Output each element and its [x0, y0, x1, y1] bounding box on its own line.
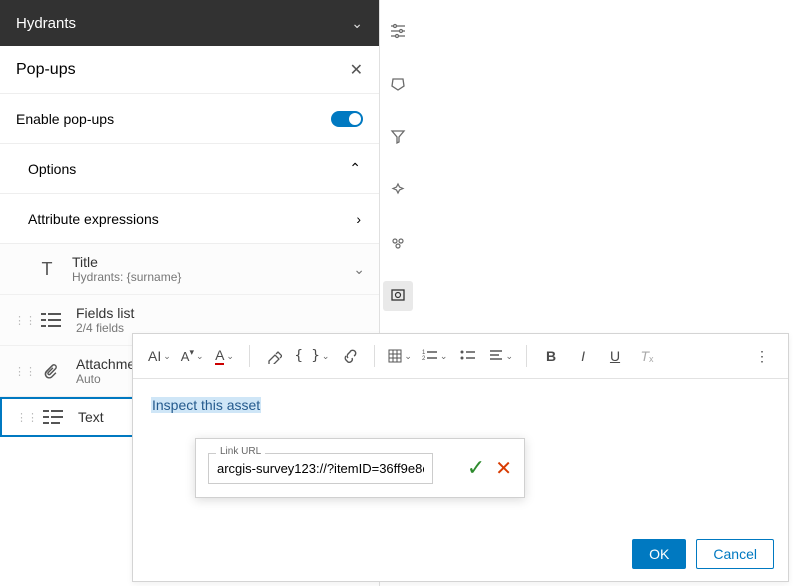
enable-popups-toggle[interactable] [331, 111, 363, 127]
sliders-icon[interactable] [383, 16, 413, 46]
attribute-expressions-row[interactable]: Attribute expressions › [0, 194, 379, 244]
right-toolbar [380, 0, 416, 364]
link-url-label: Link URL [216, 446, 265, 457]
clear-format-tool[interactable]: Tx [633, 342, 661, 370]
clear-tool[interactable] [260, 342, 288, 370]
link-url-input[interactable] [208, 453, 433, 484]
polygon-icon[interactable] [383, 69, 413, 99]
enable-popups-row: Enable pop-ups [0, 94, 379, 144]
confirm-icon[interactable]: ✓ [467, 455, 485, 481]
text-icon [38, 409, 68, 425]
link-tool[interactable] [336, 342, 364, 370]
font-color-tool[interactable]: A⌄ [211, 342, 239, 370]
cancel-button[interactable]: Cancel [696, 539, 774, 569]
title-item-label: Title [72, 254, 343, 270]
popups-label: Pop-ups [16, 61, 76, 79]
editor-link-text[interactable]: Inspect this asset [151, 397, 261, 413]
cluster-icon[interactable] [383, 228, 413, 258]
sparkle-icon[interactable] [383, 175, 413, 205]
enable-popups-label: Enable pop-ups [16, 111, 114, 127]
font-size-tool[interactable]: A▾⌄ [178, 342, 207, 370]
table-tool[interactable]: ⌄ [385, 342, 415, 370]
popup-config-icon[interactable] [383, 281, 413, 311]
title-item-sub: Hydrants: {surname} [72, 270, 343, 284]
fields-icon [36, 312, 66, 328]
italic-tool[interactable]: I [569, 342, 597, 370]
more-icon[interactable]: ⋮ [748, 342, 776, 370]
chevron-right-icon: › [356, 211, 361, 227]
drag-handle-icon[interactable]: ⋮⋮ [14, 314, 26, 327]
attachment-icon [36, 362, 66, 380]
cancel-icon[interactable]: ✕ [495, 456, 512, 481]
options-row[interactable]: Options ⌃ [0, 144, 379, 194]
close-icon[interactable]: ✕ [350, 60, 363, 80]
bold-tool[interactable]: B [537, 342, 565, 370]
layer-header[interactable]: Hydrants ⌄ [0, 0, 379, 46]
options-label: Options [28, 161, 76, 177]
ordered-list-tool[interactable]: 12⌄ [419, 342, 451, 370]
chevron-down-icon: ⌄ [351, 15, 363, 32]
chevron-down-icon: ⌄ [353, 261, 365, 278]
svg-text:2: 2 [422, 356, 426, 362]
align-tool[interactable]: ⌄ [486, 342, 516, 370]
fields-item-label: Fields list [76, 305, 365, 321]
chevron-up-icon: ⌃ [349, 160, 361, 177]
layer-title: Hydrants [16, 15, 76, 32]
ai-tool[interactable]: AI⌄ [145, 342, 174, 370]
link-url-popover: Link URL ✓ ✕ [195, 438, 525, 498]
drag-handle-icon[interactable]: ⋮⋮ [16, 411, 28, 424]
underline-tool[interactable]: U [601, 342, 629, 370]
attribute-expressions-label: Attribute expressions [28, 211, 159, 227]
filter-icon[interactable] [383, 122, 413, 152]
ok-button[interactable]: OK [632, 539, 686, 569]
braces-tool[interactable]: { }⌄ [292, 342, 333, 370]
popups-header: Pop-ups ✕ [0, 46, 379, 94]
drag-handle-icon[interactable]: ⋮⋮ [14, 365, 26, 378]
title-icon: T [32, 259, 62, 280]
unordered-list-tool[interactable] [454, 342, 482, 370]
title-item[interactable]: T Title Hydrants: {surname} ⌄ [0, 244, 379, 295]
editor-toolbar: AI⌄ A▾⌄ A⌄ { }⌄ ⌄ 12⌄ ⌄ B I U Tx ⋮ [133, 334, 788, 379]
